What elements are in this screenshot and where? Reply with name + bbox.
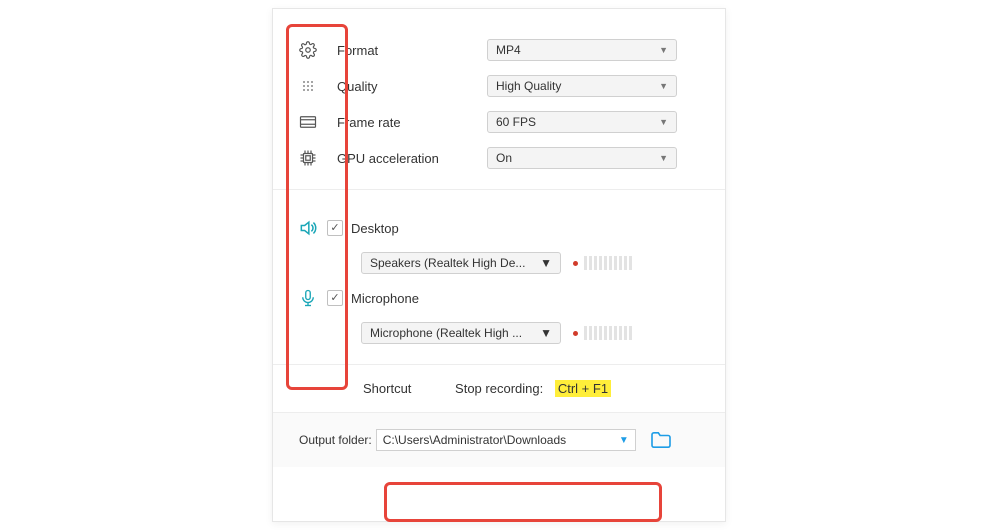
microphone-checkbox[interactable]: ✓ [327,290,343,306]
microphone-device-dropdown[interactable]: Microphone (Realtek High ... ▼ [361,322,561,344]
record-dot-icon [573,261,578,266]
desktop-audio-label: Desktop [351,221,399,236]
audio-settings-section: ✓ Desktop Speakers (Realtek High De... ▼ [273,190,725,365]
stop-recording-label: Stop recording: [455,381,543,396]
chevron-down-icon: ▼ [540,256,552,270]
framerate-value: 60 FPS [496,115,536,129]
format-dropdown[interactable]: MP4 ▼ [487,39,677,61]
chevron-down-icon: ▼ [619,435,629,446]
microphone-level-meter [573,326,632,340]
output-folder-section: Output folder: C:\Users\Administrator\Do… [273,413,725,467]
gpu-dropdown[interactable]: On ▼ [487,147,677,169]
chevron-down-icon: ▼ [659,45,668,55]
gpu-value: On [496,151,512,165]
framerate-dropdown[interactable]: 60 FPS ▼ [487,111,677,133]
record-dot-icon [573,331,578,336]
quality-value: High Quality [496,79,561,93]
quality-dropdown[interactable]: High Quality ▼ [487,75,677,97]
microphone-device-value: Microphone (Realtek High ... [370,326,522,340]
format-label: Format [337,43,378,58]
chevron-down-icon: ▼ [540,326,552,340]
microphone-label: Microphone [351,291,419,306]
format-value: MP4 [496,43,521,57]
output-folder-path: C:\Users\Administrator\Downloads [383,433,566,447]
quality-label: Quality [337,79,377,94]
chevron-down-icon: ▼ [659,81,668,91]
shortcut-section: Shortcut Stop recording: Ctrl + F1 [273,365,725,413]
gpu-chip-icon [299,149,317,167]
shortcut-label: Shortcut [363,381,411,396]
microphone-icon [299,288,317,308]
desktop-audio-checkbox[interactable]: ✓ [327,220,343,236]
output-folder-label: Output folder: [293,433,372,447]
speaker-icon [298,218,318,238]
framerate-label: Frame rate [337,115,401,130]
desktop-device-dropdown[interactable]: Speakers (Realtek High De... ▼ [361,252,561,274]
desktop-device-value: Speakers (Realtek High De... [370,256,525,270]
chevron-down-icon: ▼ [659,153,668,163]
gear-icon [299,41,317,59]
desktop-level-meter [573,256,632,270]
framerate-icon [299,115,317,129]
settings-panel: Format MP4 ▼ Quality High Quality ▼ [272,8,726,522]
output-folder-dropdown[interactable]: C:\Users\Administrator\Downloads ▼ [376,429,636,451]
gpu-label: GPU acceleration [337,151,439,166]
stop-recording-shortcut[interactable]: Ctrl + F1 [555,380,611,397]
browse-folder-button[interactable] [650,431,672,449]
video-settings-section: Format MP4 ▼ Quality High Quality ▼ [273,9,725,190]
chevron-down-icon: ▼ [659,117,668,127]
quality-dots-icon [300,78,316,94]
